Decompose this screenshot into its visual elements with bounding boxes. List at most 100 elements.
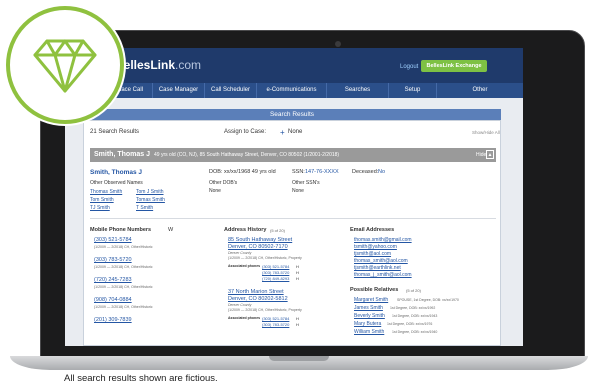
record-dob: DOB: xx/xx/1968 49 yrs old — [209, 169, 276, 175]
address-line2[interactable]: Denver, CO 80502-7170 — [228, 244, 288, 250]
relative-meta: 1st Degree, DOB: xx/xx/1976 — [387, 322, 433, 326]
logout-link[interactable]: Logout — [400, 64, 418, 70]
address-history-count: (5 of 20) — [270, 228, 285, 233]
assign-case-value[interactable]: None — [288, 129, 302, 135]
record-deceased-value: No — [378, 169, 386, 175]
caret-up-icon[interactable]: ▲ — [486, 150, 494, 159]
other-dob-label: Other DOB's — [209, 180, 238, 186]
phone-number[interactable]: (201) 309-7839 — [94, 317, 132, 323]
phones-header-suffix: W — [168, 227, 174, 233]
record-ssn-label: SSN: — [292, 169, 305, 175]
laptop-notch — [269, 356, 329, 361]
relative-name[interactable]: William Smith — [354, 329, 384, 335]
hide-link[interactable]: Hide — [476, 152, 486, 158]
relative-name[interactable]: Mary Butera — [354, 321, 381, 327]
address-meta: (1/2009 — 2/2018) CH, Other/Historic, Pr… — [228, 308, 302, 312]
nav-item-setup[interactable]: Setup — [389, 83, 437, 98]
assign-case-add-icon[interactable]: + — [280, 128, 285, 137]
address-line1[interactable]: 85 South Hathaway Street — [228, 237, 292, 243]
other-dob-value: None — [209, 188, 221, 194]
record-bar-name: Smith, Thomas J — [94, 151, 151, 158]
email-address[interactable]: thomas.smith@gmail.com — [354, 237, 412, 243]
camera-icon — [335, 41, 341, 47]
associated-phone[interactable]: (303) 521-5784 — [262, 316, 289, 321]
other-name[interactable]: Tom Smith — [90, 197, 114, 203]
associated-phone[interactable]: (303) 521-5784 — [262, 264, 289, 269]
results-panel: 21 Search Results Assign to Case: + None… — [83, 120, 501, 346]
logo-main: BellesLink — [115, 58, 176, 72]
other-name[interactable]: Tom J Smith — [136, 189, 164, 195]
phone-number[interactable]: (908) 704-0884 — [94, 297, 132, 303]
nav-item-case-manager[interactable]: Case Manager — [153, 83, 205, 98]
record-name[interactable]: Smith, Thomas J — [90, 169, 142, 176]
record-deceased-label: Deceased: — [352, 169, 379, 175]
associated-phone-type: H — [296, 270, 299, 275]
phone-number[interactable]: (303) 521-5784 — [94, 237, 132, 243]
phone-meta: (1/2009 — 2/2018) CH, Other/Historic — [94, 265, 153, 269]
email-address[interactable]: thomas_smith@aol.com — [354, 258, 408, 264]
phone-number[interactable]: (303) 783-5720 — [94, 257, 132, 263]
other-name[interactable]: TJ Smith — [90, 205, 110, 211]
associated-phone-type: H — [296, 264, 299, 269]
other-name[interactable]: Tomas Smith — [136, 197, 165, 203]
other-ssn-label: Other SSN's — [292, 180, 320, 186]
relative-name[interactable]: James Smith — [354, 305, 383, 311]
address-county: Denver County — [228, 303, 252, 307]
nav-item-other[interactable]: Other — [437, 83, 523, 98]
email-address[interactable]: tjsmith@earthlink.net — [354, 265, 401, 271]
logo-domain: .com — [175, 58, 202, 72]
search-results-title: Search Results — [83, 109, 501, 120]
fictitious-disclaimer: All search results shown are fictious. — [64, 373, 218, 384]
relative-name[interactable]: Beverly Smith — [354, 313, 385, 319]
associated-phone[interactable]: (303) 783-5720 — [262, 270, 289, 275]
address-history-header: Address History — [224, 227, 267, 233]
relative-meta: 1st Degree, DOB: xx/xx/1992 — [390, 306, 436, 310]
record-ssn-value: 147-76-XXXX — [305, 169, 339, 175]
email-address[interactable]: tjsmith@aol.com — [354, 251, 391, 257]
associated-phones-label: Associated phones — [228, 316, 261, 320]
other-name[interactable]: Thomas Smith — [90, 189, 122, 195]
diamond-icon — [33, 39, 97, 93]
phone-number[interactable]: (720) 245-7283 — [94, 277, 132, 283]
relative-meta: 1st Degree, DOB: xx/xx/1943 — [392, 314, 438, 318]
record-header-bar[interactable]: Smith, Thomas J 49 yrs old (CO, NJ), 85 … — [90, 148, 496, 162]
relative-name[interactable]: Margaret Smith — [354, 297, 388, 303]
other-name[interactable]: T Smith — [136, 205, 153, 211]
laptop-base — [10, 356, 588, 370]
other-ssn-value: None — [292, 188, 304, 194]
app-logo[interactable]: BellesLink.com — [115, 58, 201, 72]
email-address[interactable]: tsmith@yahoo.com — [354, 244, 397, 250]
show-hide-all-link[interactable]: Show/Hide All — [472, 130, 500, 135]
associated-phone-type: H — [296, 316, 299, 321]
possible-relatives-count: (5 of 20) — [406, 288, 421, 293]
phone-meta: (1/2009 — 2/2018) CH, Other/Historic — [94, 285, 153, 289]
app-header: BellesLink.com Logout BellesLink Exchang… — [65, 48, 523, 83]
associated-phone[interactable]: (720) 849-8293 — [262, 276, 289, 281]
associated-phone-type: H — [296, 276, 299, 281]
section-divider — [90, 218, 496, 219]
main-nav: ily Place Call Case Manager Call Schedul… — [65, 83, 523, 98]
record-bar-detail: 49 yrs old (CO, NJ), 85 South Hathaway S… — [154, 152, 340, 158]
diamond-badge — [6, 6, 124, 124]
address-county: Denver County — [228, 251, 252, 255]
address-meta: (1/2009 — 2/2018) CH, Other/Historic, Pr… — [228, 256, 302, 260]
nav-item-call-scheduler[interactable]: Call Scheduler — [205, 83, 257, 98]
relative-meta: SPOUSE, 1st Degree, DOB: xx/xx/1970 — [397, 298, 459, 302]
possible-relatives-header: Possible Relatives — [350, 287, 399, 293]
address-line2[interactable]: Denver, CO 80202-5812 — [228, 296, 288, 302]
address-line1[interactable]: 37 North Marion Street — [228, 289, 284, 295]
phones-header: Mobile Phone Numbers — [90, 227, 152, 233]
nav-item-searches[interactable]: Searches — [327, 83, 389, 98]
app-screen: BellesLink.com Logout BellesLink Exchang… — [65, 48, 523, 346]
exchange-button[interactable]: BellesLink Exchange — [421, 60, 487, 72]
results-count: 21 Search Results — [90, 129, 140, 135]
associated-phones-label: Associated phones — [228, 264, 261, 268]
associated-phone[interactable]: (303) 783-5720 — [262, 322, 289, 327]
phone-meta: (1/2009 — 2/2018) CH, Other/Historic — [94, 245, 153, 249]
assign-case-label: Assign to Case: — [224, 129, 267, 135]
email-address[interactable]: thomas_j_smith@aol.com — [354, 272, 412, 278]
email-addresses-header: Email Addresses — [350, 227, 395, 233]
other-names-label: Other Observed Names — [90, 180, 143, 186]
relative-meta: 1st Degree, DOB: xx/xx/1940 — [392, 330, 438, 334]
nav-item-e-communications[interactable]: e-Communications — [257, 83, 327, 98]
